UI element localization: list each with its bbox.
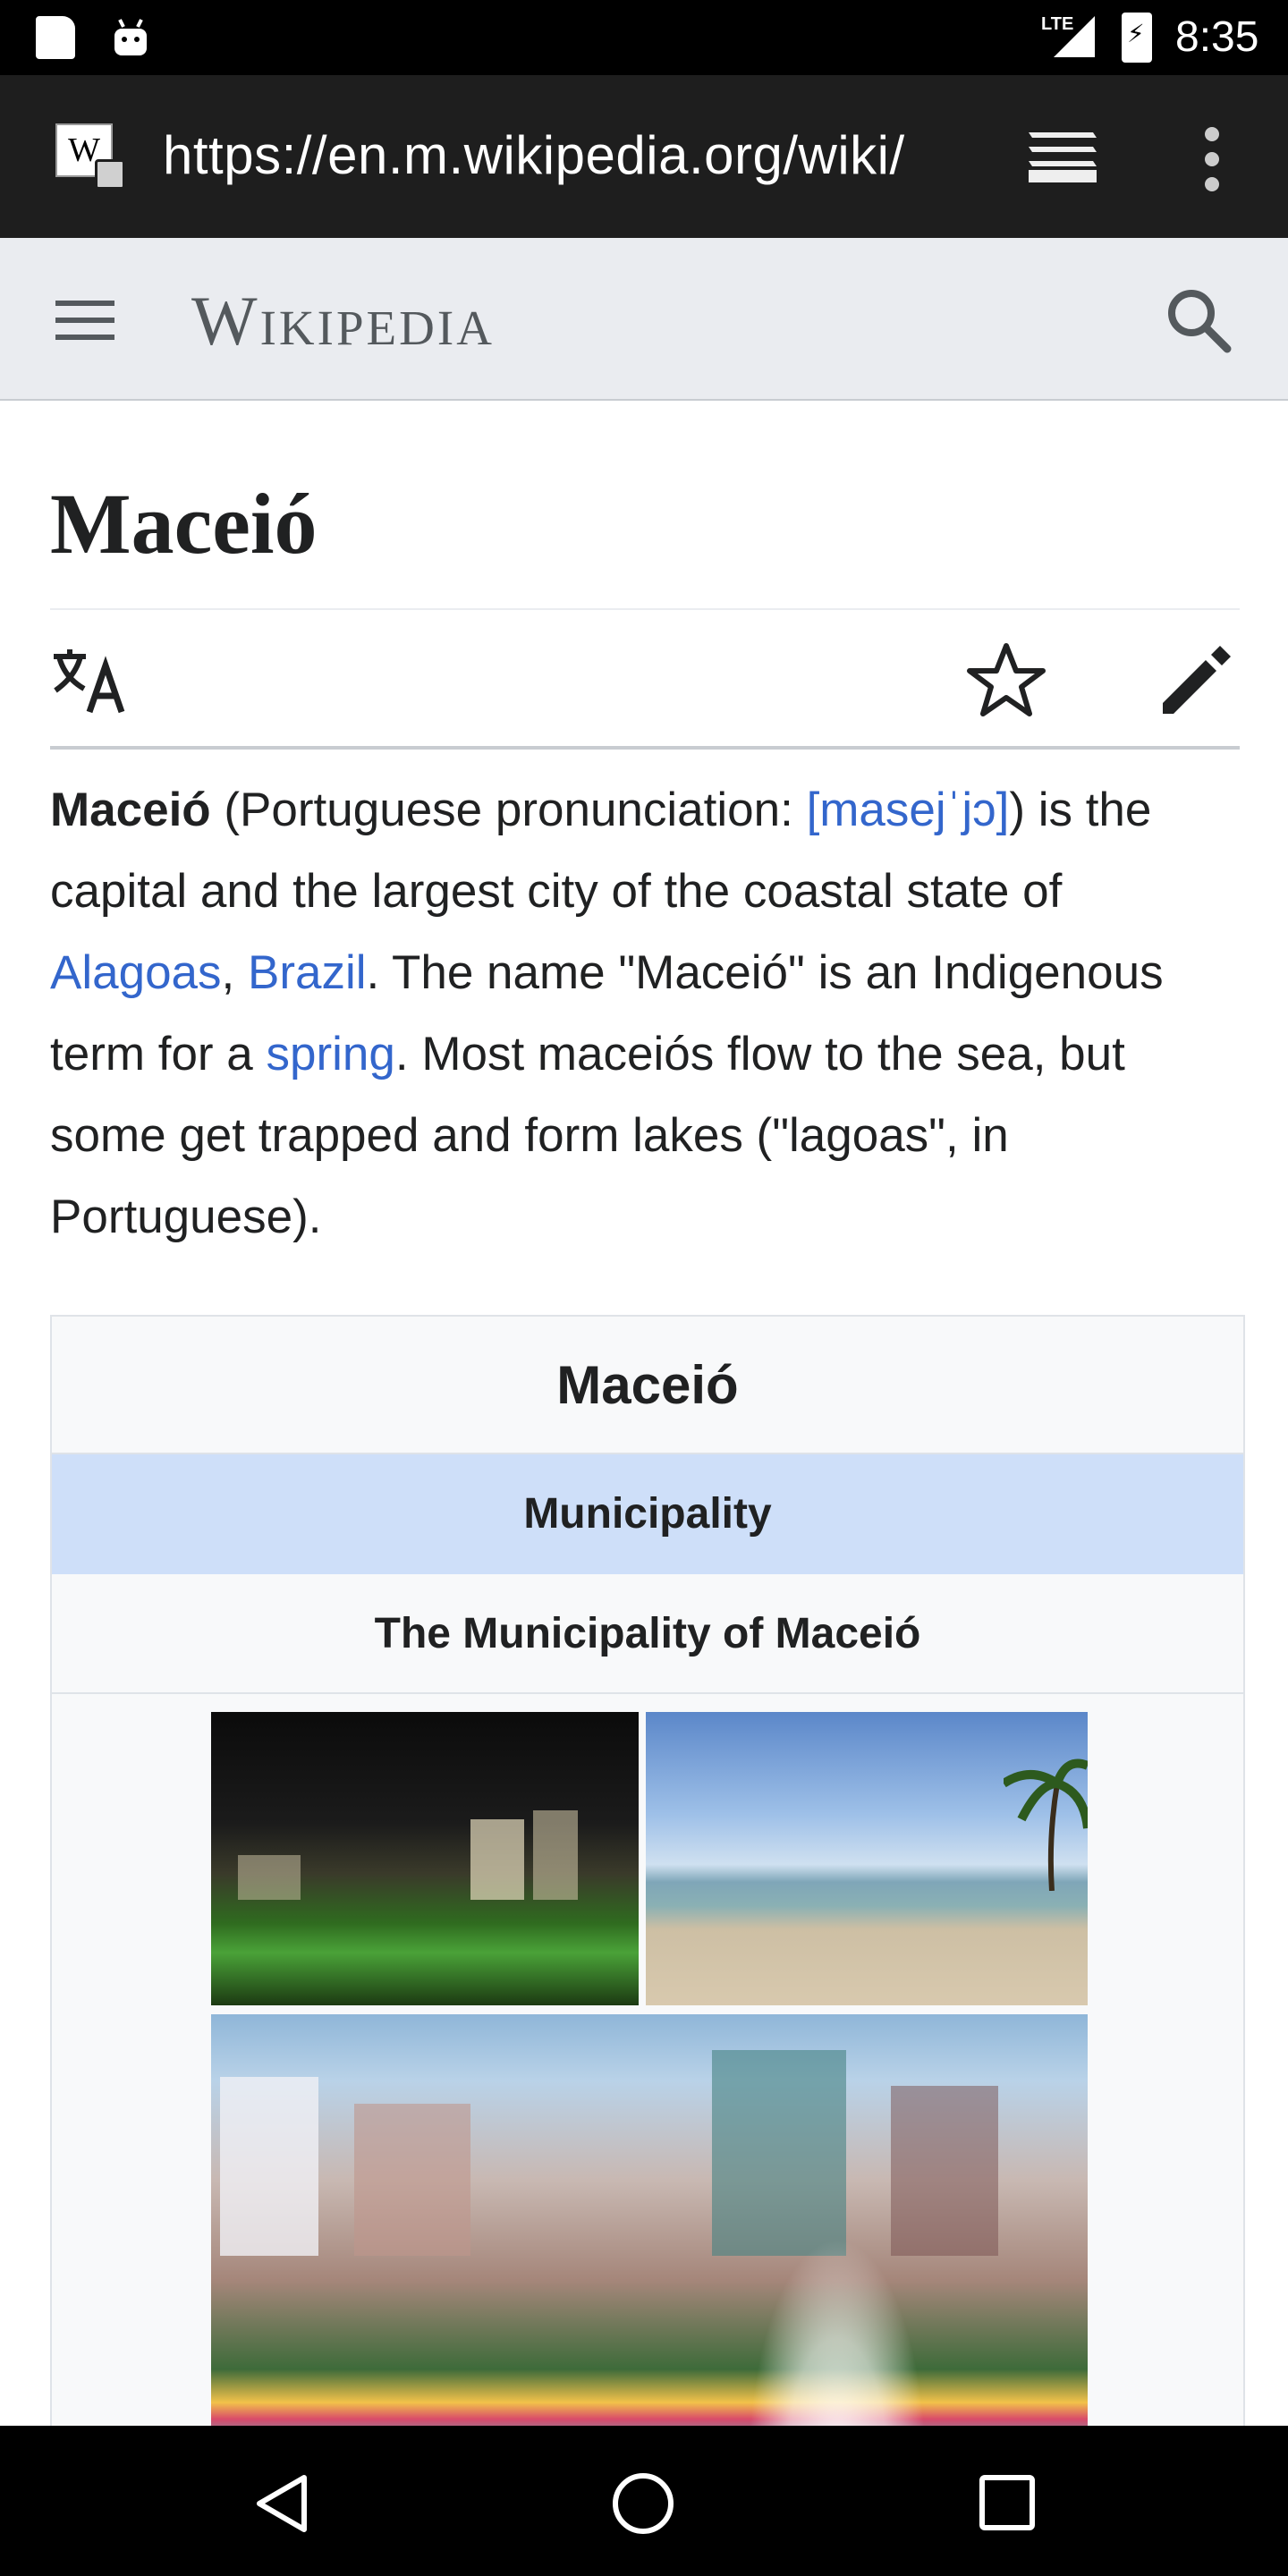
home-icon[interactable] [610,2470,676,2537]
infobox-title: Maceió [52,1317,1243,1454]
sd-card-icon [36,16,75,59]
lock-icon [95,159,125,190]
recents-icon[interactable] [979,2474,1036,2531]
ipa-link[interactable]: [masejˈjɔ] [807,784,1010,836]
subject-name: Maceió [50,784,211,836]
signal-icon [1054,16,1095,57]
back-icon[interactable] [252,2472,311,2535]
clock: 8:35 [1175,13,1259,61]
site-lock-icon[interactable]: W [55,123,125,190]
lead-paragraph: Maceió (Portuguese pronunciation: [masej… [50,769,1240,1258]
browser-toolbar: W https://en.m.wikipedia.org/wiki/ [0,75,1288,238]
lead-text: (Portuguese pronunciation: [210,784,807,836]
tabs-icon[interactable] [1025,125,1100,188]
wikipedia-wordmark[interactable]: Wikipedia [191,281,495,361]
android-icon [114,19,147,55]
city-at-night-photo[interactable] [211,1712,639,2005]
alagoas-link[interactable]: Alagoas [50,946,222,999]
star-icon[interactable] [966,640,1046,719]
status-bar: LTE 8:35 [0,0,1288,75]
page-title: Maceió [50,476,318,572]
search-icon[interactable] [1163,284,1234,356]
infobox-subtitle: The Municipality of Maceió [52,1574,1243,1694]
overflow-menu-icon[interactable] [1199,123,1225,195]
edit-pencil-icon[interactable] [1159,640,1236,717]
battery-charging-icon [1122,13,1152,63]
beach-photo[interactable] [646,1712,1088,2005]
page-actions [50,610,1240,750]
language-icon[interactable] [50,644,131,716]
palm-tree-icon [1004,1758,1088,1891]
lead-text: , [221,946,248,999]
wiki-header: Wikipedia [0,238,1288,401]
hamburger-menu-icon[interactable] [54,295,116,345]
system-nav-bar [0,2426,1288,2576]
url-bar[interactable]: https://en.m.wikipedia.org/wiki/ [163,120,905,191]
infobox-type: Municipality [52,1454,1243,1574]
infobox: Maceió Municipality The Municipality of … [50,1315,1245,2569]
spring-link[interactable]: spring [267,1028,395,1080]
brazil-link[interactable]: Brazil [248,946,367,999]
